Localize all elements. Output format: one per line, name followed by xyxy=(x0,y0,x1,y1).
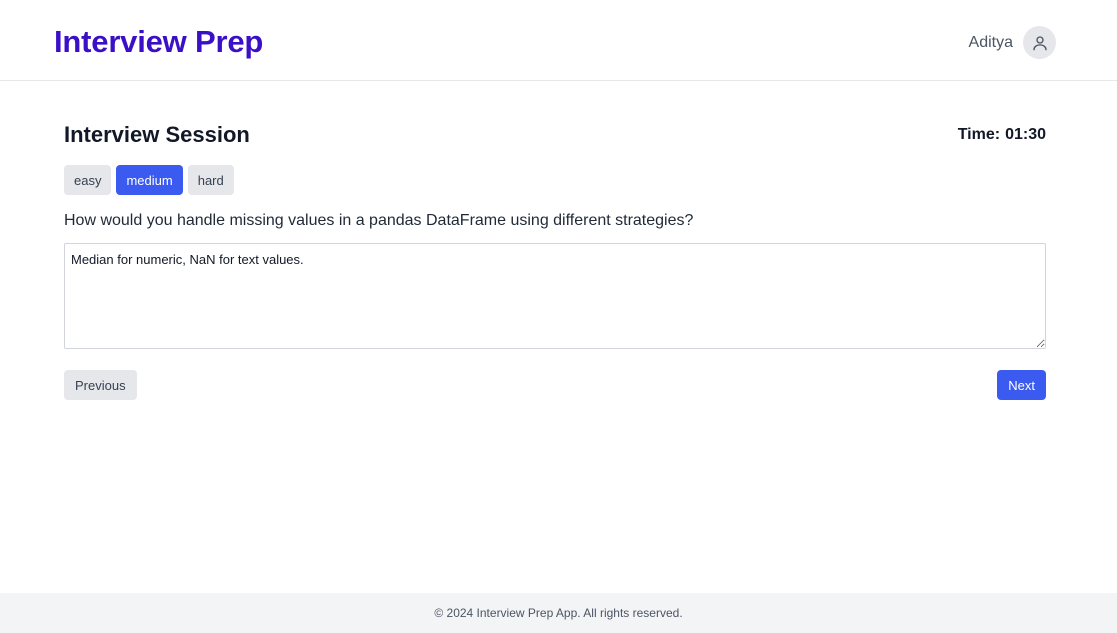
user-icon xyxy=(1032,35,1047,50)
difficulty-hard-button[interactable]: hard xyxy=(187,165,234,195)
previous-button[interactable]: Previous xyxy=(64,370,137,400)
app-footer: © 2024 Interview Prep App. All rights re… xyxy=(0,593,1117,633)
user-name[interactable]: Aditya xyxy=(969,34,1013,52)
app-header: Interview Prep Aditya xyxy=(0,0,1117,81)
timer-label: Time: xyxy=(957,126,1001,143)
avatar[interactable] xyxy=(1023,26,1056,59)
difficulty-selector: easy medium hard xyxy=(64,165,239,195)
user-menu[interactable]: Aditya xyxy=(969,26,1056,59)
footer-copyright: © 2024 Interview Prep App. All rights re… xyxy=(434,606,683,620)
answer-input[interactable]: Median for numeric, NaN for text values. xyxy=(64,243,1046,349)
timer-value: 01:30 xyxy=(1005,126,1046,143)
difficulty-easy-button[interactable]: easy xyxy=(64,165,112,195)
question-text: How would you handle missing values in a… xyxy=(64,212,694,229)
difficulty-medium-button[interactable]: medium xyxy=(116,165,183,195)
session-timer: Time: 01:30 xyxy=(958,125,1046,145)
page-title: Interview Session xyxy=(64,122,250,147)
next-button[interactable]: Next xyxy=(997,370,1046,400)
app-title[interactable]: Interview Prep xyxy=(54,22,263,62)
